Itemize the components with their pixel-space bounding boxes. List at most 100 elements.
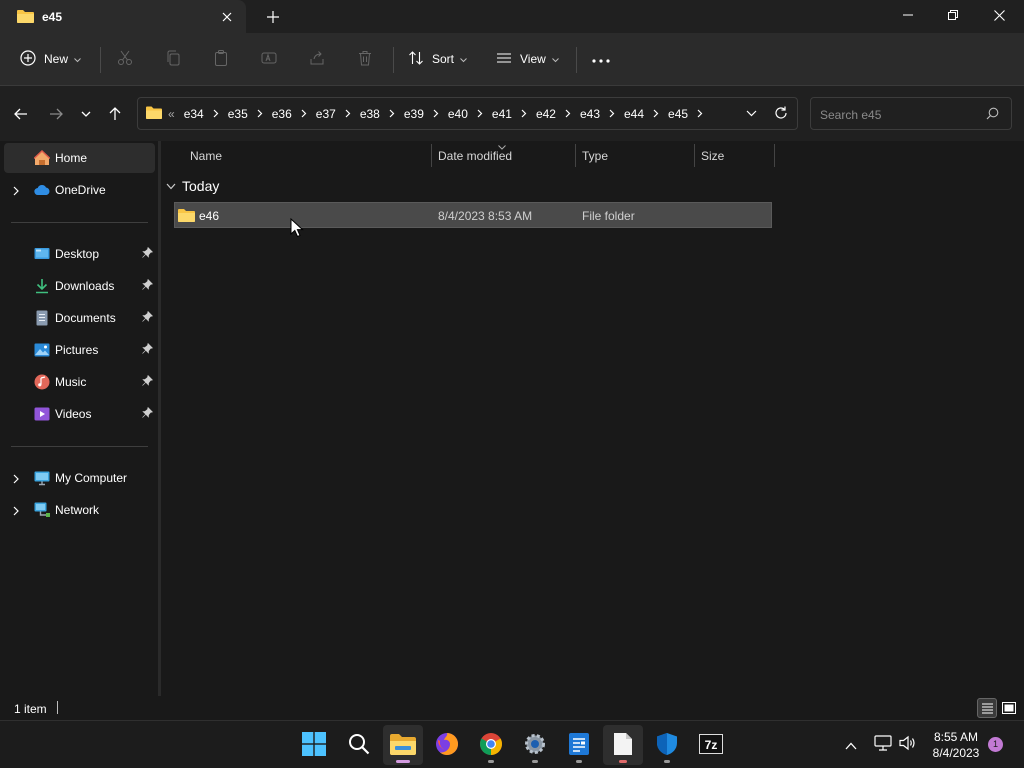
chevron-down-icon [166,179,176,193]
chevron-right-icon[interactable] [212,109,220,119]
cut-button[interactable] [117,44,133,74]
taskbar-settings[interactable] [515,725,555,765]
breadcrumb-item[interactable]: e45 [663,107,693,121]
sidebar-item-desktop[interactable]: Desktop [4,239,155,269]
back-button[interactable] [9,102,33,126]
chevron-right-icon[interactable] [256,109,264,119]
view-button[interactable]: View [496,44,559,74]
pin-icon [142,310,154,325]
chevron-right-icon[interactable] [476,109,484,119]
delete-button[interactable] [357,44,373,74]
copy-icon [165,50,181,69]
recent-locations-button[interactable] [74,102,98,126]
restore-button[interactable] [930,0,976,30]
taskbar-firefox[interactable] [427,725,467,765]
breadcrumb-item[interactable]: e36 [267,107,297,121]
sidebar-item-network[interactable]: Network [4,495,155,525]
show-hidden-icons-button[interactable] [845,739,857,753]
breadcrumb-item[interactable]: e43 [575,107,605,121]
sidebar-item-music[interactable]: Music [4,367,155,397]
volume-icon[interactable] [899,735,917,754]
chevron-right-icon[interactable] [696,109,704,119]
column-header-date-modified[interactable]: Date modified [432,144,575,168]
new-button[interactable]: New [20,44,81,74]
breadcrumb-item[interactable]: e42 [531,107,561,121]
sidebar-item-home[interactable]: Home [4,143,155,173]
sidebar-item-label: Pictures [55,343,99,357]
chevron-right-icon[interactable] [300,109,308,119]
document-icon [34,310,50,326]
breadcrumb-item[interactable]: e39 [399,107,429,121]
rename-button[interactable] [261,44,277,74]
search-input[interactable]: Search e45 [810,97,1012,130]
taskbar-file-explorer[interactable] [383,725,423,765]
chevron-right-icon[interactable] [344,109,352,119]
network-status-icon[interactable] [874,735,892,754]
refresh-icon[interactable] [773,105,789,124]
tiles-view-button[interactable] [999,698,1019,718]
tab-e45[interactable]: e45 [0,0,246,33]
close-tab-icon[interactable] [218,8,236,26]
taskbar-security[interactable] [647,725,687,765]
breadcrumb-item[interactable]: e40 [443,107,473,121]
taskbar-7zip[interactable]: 7z [691,725,731,765]
navigation-pane: Home OneDrive Desktop Downloads Document… [0,141,158,696]
forward-button[interactable] [44,102,68,126]
chevron-right-icon[interactable] [432,109,440,119]
chevron-right-icon[interactable] [388,109,396,119]
address-bar[interactable]: « e34 e35 e36 e37 e38 e39 e40 e41 e42 e43 e44 e45 [137,97,798,130]
chevron-right-icon[interactable] [652,109,660,119]
breadcrumb-item[interactable]: e38 [355,107,385,121]
breadcrumb-item[interactable]: e41 [487,107,517,121]
minimize-button[interactable] [885,0,931,30]
sidebar-item-documents[interactable]: Documents [4,303,155,333]
paste-button[interactable] [213,44,229,74]
start-button[interactable] [294,725,334,765]
column-header-type[interactable]: Type [576,144,694,168]
group-header-today[interactable]: Today [166,177,219,195]
column-header-name[interactable]: Name [184,144,432,168]
breadcrumb-overflow[interactable]: « [168,107,179,121]
share-button[interactable] [309,44,325,74]
chevron-right-icon[interactable] [608,109,616,119]
sidebar-item-pictures[interactable]: Pictures [4,335,155,365]
taskbar-search-button[interactable] [339,725,379,765]
more-options-button[interactable] [592,44,610,74]
running-indicator [576,760,582,763]
breadcrumb-item[interactable]: e37 [311,107,341,121]
status-bar: 1 item [0,696,1024,720]
search-placeholder: Search e45 [820,108,882,122]
running-indicator [664,760,670,763]
new-tab-button[interactable] [263,7,283,27]
breadcrumb-item[interactable]: e34 [179,107,209,121]
breadcrumb: « e34 e35 e36 e37 e38 e39 e40 e41 e42 e43 e44 e45 [146,98,707,129]
system-clock[interactable]: 8:55 AM 8/4/2023 [926,729,986,761]
taskbar-text-editor[interactable] [603,725,643,765]
chevron-right-icon[interactable] [13,505,19,519]
sidebar-item-my-computer[interactable]: My Computer [4,463,155,493]
chevron-right-icon[interactable] [13,473,19,487]
chevron-right-icon[interactable] [13,185,19,199]
column-divider[interactable] [774,144,775,167]
details-view-button[interactable] [977,698,997,718]
breadcrumb-item[interactable]: e44 [619,107,649,121]
chevron-right-icon[interactable] [564,109,572,119]
sidebar-item-onedrive[interactable]: OneDrive [4,175,155,205]
table-row[interactable]: e46 8/4/2023 8:53 AM File folder [174,202,772,228]
notification-badge[interactable]: 1 [988,737,1003,752]
close-button[interactable] [976,0,1022,30]
up-button[interactable] [103,102,127,126]
column-header-size[interactable]: Size [695,144,774,168]
sidebar-divider [11,222,148,223]
taskbar-writer[interactable] [559,725,599,765]
chevron-right-icon[interactable] [520,109,528,119]
sort-button[interactable]: Sort [408,44,467,74]
sidebar-item-downloads[interactable]: Downloads [4,271,155,301]
copy-button[interactable] [165,44,181,74]
view-label: View [520,52,546,66]
address-history-dropdown[interactable] [746,106,757,120]
breadcrumb-item[interactable]: e35 [223,107,253,121]
view-list-icon [496,50,512,69]
sidebar-item-videos[interactable]: Videos [4,399,155,429]
taskbar-chrome[interactable] [471,725,511,765]
